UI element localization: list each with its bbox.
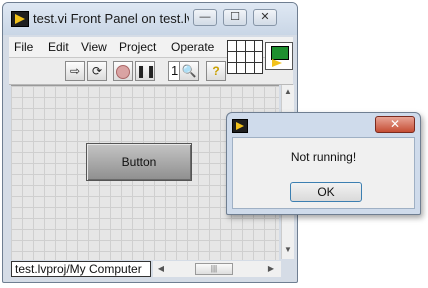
dialog-body: Not running! OK — [232, 137, 415, 209]
menu-edit[interactable]: Edit — [48, 40, 69, 54]
labview-dialog-icon — [232, 119, 248, 133]
scroll-right-icon[interactable]: ▶ — [265, 262, 277, 276]
help-icon[interactable]: ? — [206, 61, 226, 81]
run-continuously-icon[interactable]: ⟳ — [87, 61, 107, 81]
horizontal-scrollbar[interactable]: ◀ ||| ▶ — [153, 261, 281, 277]
front-panel-button[interactable]: Button — [86, 143, 192, 181]
scroll-down-icon[interactable]: ▼ — [282, 243, 294, 257]
minimize-button[interactable]: — — [193, 9, 217, 26]
abort-icon[interactable] — [113, 61, 133, 81]
ok-button[interactable]: OK — [290, 182, 362, 202]
menu-view[interactable]: View — [81, 40, 107, 54]
window-title: test.vi Front Panel on test.lv... — [33, 11, 189, 26]
run-arrow-icon[interactable]: ⇨ — [65, 61, 85, 81]
window-close-button[interactable]: ✕ — [253, 9, 277, 26]
window-titlebar[interactable]: test.vi Front Panel on test.lv... — ☐ ✕ — [3, 3, 297, 35]
scroll-left-icon[interactable]: ◀ — [155, 262, 167, 276]
dialog-close-button[interactable]: ✕ — [375, 116, 415, 133]
scroll-up-icon[interactable]: ▲ — [282, 85, 294, 99]
vi-icon[interactable] — [265, 42, 293, 70]
menu-operate[interactable]: Operate — [171, 40, 214, 54]
horizontal-scroll-thumb[interactable]: ||| — [195, 263, 233, 275]
message-dialog: ✕ Not running! OK — [226, 112, 421, 215]
search-icon[interactable]: 🔍 — [179, 61, 199, 81]
labview-app-icon — [11, 11, 29, 27]
pause-icon[interactable]: ❚❚ — [135, 61, 156, 81]
maximize-button[interactable]: ☐ — [223, 9, 247, 26]
menu-project[interactable]: Project — [119, 40, 156, 54]
dialog-message: Not running! — [290, 150, 357, 164]
target-context-label: test.lvproj/My Computer — [11, 261, 151, 277]
connector-pane-icon[interactable] — [227, 40, 263, 74]
menu-file[interactable]: File — [14, 40, 33, 54]
